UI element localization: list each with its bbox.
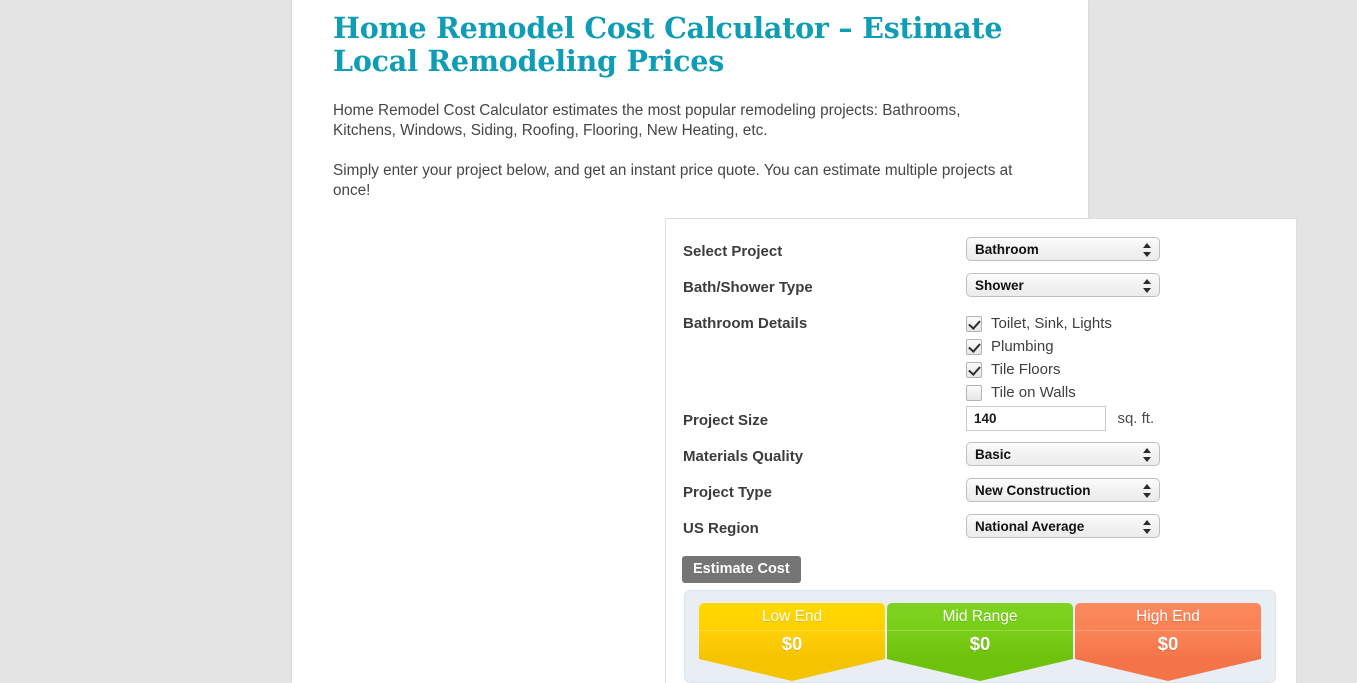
- stepper-updown-icon: [1143, 518, 1152, 536]
- tier-body: Low End $0: [699, 603, 885, 659]
- us-region-value: National Average: [975, 519, 1085, 534]
- tier-body: Mid Range $0: [887, 603, 1073, 659]
- tier-name: Low End: [761, 608, 823, 625]
- label-bathroom-details: Bathroom Details: [683, 315, 808, 332]
- submit-row: Estimate Cost: [682, 548, 1296, 583]
- checkbox-plumbing[interactable]: [966, 338, 982, 355]
- label-us-region: US Region: [683, 520, 759, 537]
- checkbox-toilet-sink-lights[interactable]: [966, 315, 982, 332]
- form-row-us-region: US Region National Average: [683, 512, 1296, 548]
- checkbox-row[interactable]: Tile on Walls: [966, 381, 1296, 404]
- materials-quality-value: Basic: [975, 447, 1012, 462]
- stepper-updown-icon: [1143, 241, 1152, 259]
- result-tier-low-end: Low End $0: [699, 603, 885, 681]
- label-materials-quality: Materials Quality: [683, 448, 804, 465]
- estimate-cost-button[interactable]: Estimate Cost: [682, 556, 801, 583]
- field-bath-shower-type: Shower: [966, 271, 1296, 302]
- checkbox-tile-on-walls[interactable]: [966, 384, 982, 401]
- field-project-type: New Construction: [966, 476, 1296, 507]
- tier-value: $0: [969, 633, 991, 654]
- form-row-project-size: Project Size sq. ft.: [683, 404, 1296, 440]
- stepper-updown-icon: [1143, 446, 1152, 464]
- stepper-updown-icon: [1143, 277, 1152, 295]
- tier-chevron-icon: [887, 659, 1073, 681]
- article-header: Home Remodel Cost Calculator – Estimate …: [292, 0, 1088, 201]
- bathroom-details-checkbox-list: Toilet, Sink, Lights Plumbing Tile Floor…: [966, 309, 1296, 404]
- form-row-select-project: Select Project Bathroom: [683, 235, 1296, 271]
- page-title: Home Remodel Cost Calculator – Estimate …: [333, 11, 1003, 78]
- content-column: Home Remodel Cost Calculator – Estimate …: [292, 0, 1297, 683]
- field-materials-quality: Basic: [966, 440, 1296, 471]
- result-tier-high-end: High End $0: [1075, 603, 1261, 681]
- tier-divider: [699, 630, 885, 631]
- tier-chevron-icon: [1075, 659, 1261, 681]
- checkbox-label: Tile on Walls: [991, 383, 1076, 401]
- tier-chevron-icon: [699, 659, 885, 681]
- project-type-value: New Construction: [975, 483, 1091, 498]
- tier-divider: [1075, 630, 1261, 631]
- tier-value: $0: [1157, 633, 1179, 654]
- materials-quality-dropdown[interactable]: Basic: [966, 442, 1160, 466]
- checkbox-label: Tile Floors: [991, 360, 1061, 378]
- field-project-size: sq. ft.: [966, 404, 1296, 431]
- checkbox-tile-floors[interactable]: [966, 361, 982, 378]
- us-region-dropdown[interactable]: National Average: [966, 514, 1160, 538]
- project-size-unit: sq. ft.: [1117, 410, 1155, 427]
- tier-value: $0: [781, 633, 803, 654]
- results-panel: Low End $0 Mid Range $0 High End $0: [684, 590, 1276, 683]
- checkbox-row[interactable]: Plumbing: [966, 335, 1296, 358]
- label-project-type: Project Type: [683, 484, 772, 501]
- form-row-project-type: Project Type New Construction: [683, 476, 1296, 512]
- tier-body: High End $0: [1075, 603, 1261, 659]
- page-root: Home Remodel Cost Calculator – Estimate …: [0, 0, 1357, 683]
- form-row-bath-shower-type: Bath/Shower Type Shower: [683, 271, 1296, 307]
- intro-paragraph-1: Home Remodel Cost Calculator estimates t…: [333, 102, 961, 139]
- select-project-value: Bathroom: [975, 242, 1039, 257]
- stepper-updown-icon: [1143, 482, 1152, 500]
- tier-name: Mid Range: [942, 608, 1018, 625]
- checkbox-row[interactable]: Toilet, Sink, Lights: [966, 312, 1296, 335]
- project-type-dropdown[interactable]: New Construction: [966, 478, 1160, 502]
- tier-name: High End: [1136, 608, 1200, 625]
- field-bathroom-details: Toilet, Sink, Lights Plumbing Tile Floor…: [966, 307, 1296, 404]
- project-size-input[interactable]: [966, 406, 1106, 431]
- form-row-materials-quality: Materials Quality Basic: [683, 440, 1296, 476]
- result-tier-mid-range: Mid Range $0: [887, 603, 1073, 681]
- checkbox-row[interactable]: Tile Floors: [966, 358, 1296, 381]
- label-bath-shower-type: Bath/Shower Type: [683, 279, 813, 296]
- results-tier-list: Low End $0 Mid Range $0 High End $0: [699, 603, 1261, 681]
- field-select-project: Bathroom: [966, 235, 1296, 266]
- tier-divider: [887, 630, 1073, 631]
- field-us-region: National Average: [966, 512, 1296, 543]
- checkbox-label: Plumbing: [991, 337, 1054, 355]
- checkbox-label: Toilet, Sink, Lights: [991, 314, 1112, 332]
- intro-paragraph-2: Simply enter your project below, and get…: [333, 162, 1013, 199]
- label-project-size: Project Size: [683, 412, 769, 429]
- select-project-dropdown[interactable]: Bathroom: [966, 237, 1160, 261]
- bath-shower-type-value: Shower: [975, 278, 1024, 293]
- bath-shower-type-dropdown[interactable]: Shower: [966, 273, 1160, 297]
- form-row-bathroom-details: Bathroom Details Toilet, Sink, Lights Pl…: [683, 307, 1296, 404]
- calculator-form: Select Project Bathroom Bath/Shower Type…: [666, 219, 1296, 583]
- label-select-project: Select Project: [683, 243, 783, 260]
